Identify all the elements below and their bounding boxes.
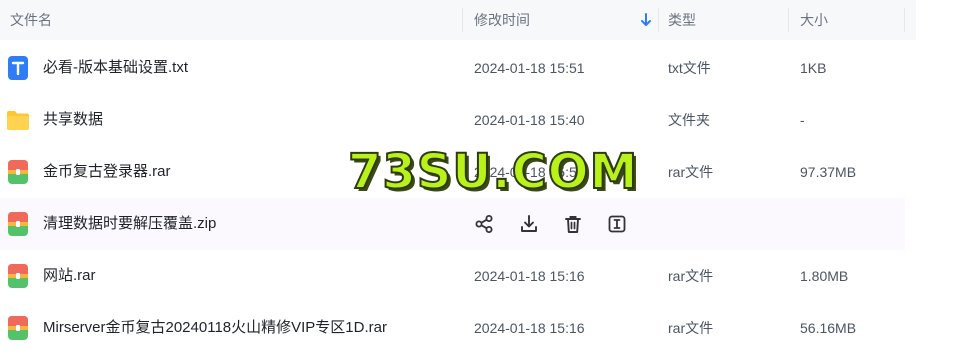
- delete-icon[interactable]: [562, 213, 584, 235]
- file-type: rar文件: [668, 320, 714, 336]
- file-row[interactable]: 必看-版本基础设置.txt 2024-01-18 15:51 txt文件 1KB: [0, 42, 905, 94]
- file-name[interactable]: 共享数据: [43, 94, 103, 146]
- file-row[interactable]: Mirserver金币复古20240118火山精修VIP专区1D.rar 202…: [0, 302, 905, 354]
- file-name[interactable]: Mirserver金币复古20240118火山精修VIP专区1D.rar: [43, 302, 387, 354]
- file-type: txt文件: [668, 60, 711, 76]
- file-type: rar文件: [668, 268, 714, 284]
- file-size: 1.80MB: [800, 268, 849, 284]
- file-size: 56.16MB: [800, 320, 857, 336]
- watermark-logo: 73SU.COM: [347, 143, 639, 201]
- share-icon[interactable]: [473, 213, 495, 235]
- file-size: 1KB: [800, 60, 827, 76]
- column-divider: [788, 8, 789, 32]
- archive-icon: [8, 316, 28, 340]
- file-modified: 2024-01-18 15:51: [474, 60, 585, 76]
- file-name[interactable]: 必看-版本基础设置.txt: [43, 42, 188, 94]
- column-divider: [658, 8, 659, 32]
- archive-icon: [8, 160, 28, 184]
- download-icon[interactable]: [518, 213, 540, 235]
- file-size: 97.37MB: [800, 164, 857, 180]
- file-type: 文件夹: [668, 112, 710, 128]
- sort-down-icon[interactable]: [639, 12, 653, 28]
- txt-file-icon: [8, 56, 28, 80]
- column-type-header[interactable]: 类型: [668, 0, 696, 40]
- archive-icon: [8, 212, 28, 236]
- file-size: -: [800, 112, 805, 128]
- file-type: rar文件: [668, 164, 714, 180]
- file-name[interactable]: 清理数据时要解压覆盖.zip: [43, 198, 216, 250]
- column-divider: [904, 8, 905, 32]
- file-row[interactable]: 清理数据时要解压覆盖.zip: [0, 198, 905, 250]
- column-divider: [462, 8, 463, 32]
- folder-icon: [7, 111, 29, 130]
- file-modified: 2024-01-18 15:16: [474, 268, 585, 284]
- file-name[interactable]: 网站.rar: [43, 250, 96, 302]
- column-modified-header[interactable]: 修改时间: [474, 0, 530, 40]
- file-list-header: 文件名 修改时间 类型 大小: [0, 0, 916, 40]
- file-row[interactable]: 共享数据 2024-01-18 15:40 文件夹 -: [0, 94, 905, 146]
- archive-icon: [8, 264, 28, 288]
- column-size-header[interactable]: 大小: [800, 0, 828, 40]
- file-modified: 2024-01-18 15:16: [474, 320, 585, 336]
- column-name-header[interactable]: 文件名: [10, 0, 52, 40]
- rename-icon[interactable]: [606, 213, 628, 235]
- file-name[interactable]: 金币复古登录器.rar: [43, 146, 171, 198]
- file-row[interactable]: 网站.rar 2024-01-18 15:16 rar文件 1.80MB: [0, 250, 905, 302]
- file-modified: 2024-01-18 15:40: [474, 112, 585, 128]
